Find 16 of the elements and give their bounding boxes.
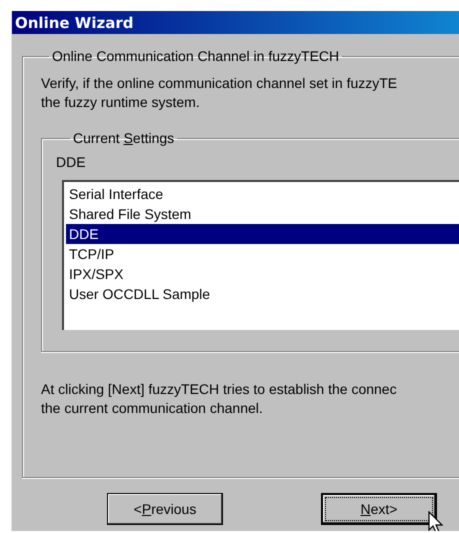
channel-item[interactable]: User OCCDLL Sample [66, 284, 459, 304]
window-title: Online Wizard [15, 14, 134, 32]
previous-button[interactable]: <Previous [107, 493, 223, 525]
footer-text: At clicking [Next] fuzzyTECH tries to establish the connec the current communication channel. [41, 380, 398, 418]
channel-item[interactable]: DDE [66, 224, 459, 244]
channel-item[interactable]: Serial Interface [66, 184, 459, 204]
channel-item[interactable]: Shared File System [66, 204, 459, 224]
channel-item[interactable]: IPX/SPX [66, 264, 459, 284]
channel-item[interactable]: TCP/IP [66, 244, 459, 264]
current-channel-label: DDE [56, 154, 87, 170]
mouse-pointer-icon [428, 511, 444, 531]
channel-list[interactable]: Serial Interface Shared File System DDE TCP/IP IPX/SPX User OCCDLL Sample [62, 180, 459, 330]
group-title: Online Communication Channel in fuzzyTECH [51, 48, 340, 64]
next-button[interactable]: Next> [321, 493, 437, 525]
settings-title: Current Settings [72, 130, 176, 146]
intro-text: Verify, if the online communication channel set in fuzzyTE the fuzzy runtime system. [41, 74, 398, 112]
